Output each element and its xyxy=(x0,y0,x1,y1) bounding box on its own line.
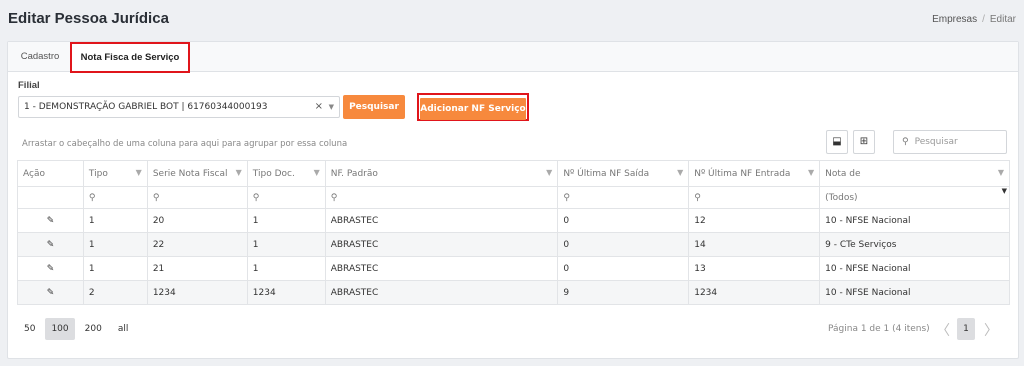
cell-serie: 1234 xyxy=(146,280,248,305)
edit-icon[interactable]: ✎ xyxy=(17,232,84,257)
table-row[interactable]: ✎ 1 20 1 ABRASTEC 0 12 10 - NFSE Naciona… xyxy=(17,208,1010,233)
adicionar-nf-servico-button[interactable]: Adicionar NF Serviço xyxy=(420,98,526,120)
filter-cell-acao xyxy=(17,186,84,209)
page-size-selector: 50 100 200 all xyxy=(18,318,138,340)
search-placeholder: Pesquisar xyxy=(914,137,958,147)
filter-icon[interactable]: ▼ xyxy=(998,168,1004,177)
pesquisar-button[interactable]: Pesquisar xyxy=(343,95,405,119)
cell-tipo-doc: 1234 xyxy=(246,280,326,305)
cell-tipo-doc: 1 xyxy=(246,208,326,233)
search-icon: ⚲ xyxy=(902,137,909,147)
chevron-down-icon: ▼ xyxy=(1001,187,1007,196)
breadcrumb-empresas-link[interactable]: Empresas xyxy=(932,14,977,25)
edit-icon[interactable]: ✎ xyxy=(17,256,84,281)
filter-icon[interactable]: ▼ xyxy=(808,168,814,177)
breadcrumb-separator: / xyxy=(982,14,985,25)
cell-tipo: 2 xyxy=(82,280,148,305)
cell-ultima-saida: 0 xyxy=(557,256,690,281)
filial-selected-value: 1 - DEMONSTRAÇÃO GABRIEL BOT | 617603440… xyxy=(24,102,268,112)
breadcrumb: Empresas / Editar xyxy=(932,14,1016,25)
page-title: Editar Pessoa Jurídica xyxy=(8,10,169,27)
cell-nf-padrao: ABRASTEC xyxy=(324,232,559,257)
breadcrumb-current: Editar xyxy=(989,14,1016,25)
chevron-right-icon[interactable]: 〉 xyxy=(984,320,998,340)
column-header-serie[interactable]: Serie Nota Fiscal ▼ xyxy=(146,160,248,187)
table-row[interactable]: ✎ 1 22 1 ABRASTEC 0 14 9 - CTe Serviços xyxy=(17,232,1010,257)
pager-info: Página 1 de 1 (4 itens) xyxy=(828,324,930,334)
filial-select[interactable]: 1 - DEMONSTRAÇÃO GABRIEL BOT | 617603440… xyxy=(18,96,340,118)
filial-label: Filial xyxy=(18,80,40,91)
filter-cell-nf-padrao[interactable]: ⚲ xyxy=(324,186,559,209)
page-button-1[interactable]: 1 xyxy=(957,318,975,340)
filter-nota-de-select[interactable]: (Todos) ▼ xyxy=(819,186,1010,209)
cell-nota-de: 10 - NFSE Nacional xyxy=(819,256,1010,281)
table-row[interactable]: ✎ 1 21 1 ABRASTEC 0 13 10 - NFSE Naciona… xyxy=(17,256,1010,281)
filter-cell-serie[interactable]: ⚲ xyxy=(146,186,248,209)
cell-serie: 22 xyxy=(146,232,248,257)
column-header-nf-padrao[interactable]: NF. Padrão ▼ xyxy=(324,160,559,187)
page-size-all[interactable]: all xyxy=(112,318,135,340)
column-chooser-icon[interactable]: ⊞ xyxy=(853,130,875,154)
cell-tipo: 1 xyxy=(82,232,148,257)
edit-icon[interactable]: ✎ xyxy=(17,280,84,305)
export-icon[interactable]: ⬓ xyxy=(826,130,848,154)
cell-ultima-entrada: 12 xyxy=(688,208,821,233)
cell-tipo-doc: 1 xyxy=(246,256,326,281)
cell-ultima-entrada: 1234 xyxy=(688,280,821,305)
cell-tipo: 1 xyxy=(82,256,148,281)
cell-nota-de: 10 - NFSE Nacional xyxy=(819,280,1010,305)
page-size-200[interactable]: 200 xyxy=(79,318,108,340)
cell-nota-de: 10 - NFSE Nacional xyxy=(819,208,1010,233)
tab-nota-fiscal-servico[interactable]: Nota Fisca de Serviço xyxy=(70,42,190,73)
filter-row: ⚲ ⚲ ⚲ ⚲ ⚲ ⚲ (Todos) ▼ xyxy=(17,186,1010,209)
table-row[interactable]: ✎ 2 1234 1234 ABRASTEC 9 1234 10 - NFSE … xyxy=(17,280,1010,305)
filter-cell-tipo[interactable]: ⚲ xyxy=(82,186,148,209)
cell-serie: 21 xyxy=(146,256,248,281)
page-size-50[interactable]: 50 xyxy=(18,318,41,340)
column-header-ultima-saida[interactable]: Nº Última NF Saída ▼ xyxy=(557,160,690,187)
edit-card: Cadastro Nota Fisca de Serviço Filial 1 … xyxy=(7,41,1019,359)
column-header-ultima-entrada[interactable]: Nº Última NF Entrada ▼ xyxy=(688,160,821,187)
nf-servico-grid: Ação Tipo ▼ Serie Nota Fiscal ▼ Tipo Doc. ▼… xyxy=(17,160,1010,305)
column-header-tipo[interactable]: Tipo ▼ xyxy=(82,160,148,187)
cell-nf-padrao: ABRASTEC xyxy=(324,208,559,233)
edit-icon[interactable]: ✎ xyxy=(17,208,84,233)
filter-cell-tipo-doc[interactable]: ⚲ xyxy=(246,186,326,209)
filter-icon[interactable]: ▼ xyxy=(136,168,142,177)
cell-ultima-entrada: 13 xyxy=(688,256,821,281)
cell-ultima-saida: 0 xyxy=(557,208,690,233)
adicionar-nf-highlight: Adicionar NF Serviço xyxy=(417,93,529,121)
cell-serie: 20 xyxy=(146,208,248,233)
cell-ultima-saida: 0 xyxy=(557,232,690,257)
group-panel-hint[interactable]: Arrastar o cabeçalho de uma coluna para … xyxy=(22,139,347,149)
filter-icon[interactable]: ▼ xyxy=(236,168,242,177)
cell-tipo: 1 xyxy=(82,208,148,233)
filter-icon[interactable]: ▼ xyxy=(546,168,552,177)
tab-cadastro[interactable]: Cadastro xyxy=(11,42,69,72)
grid-search-input[interactable]: ⚲ Pesquisar xyxy=(893,130,1007,154)
filter-icon[interactable]: ▼ xyxy=(314,168,320,177)
column-header-tipo-doc[interactable]: Tipo Doc. ▼ xyxy=(246,160,326,187)
column-header-acao[interactable]: Ação xyxy=(17,160,84,187)
filter-cell-ultima-saida[interactable]: ⚲ xyxy=(557,186,690,209)
column-header-nota-de[interactable]: Nota de ▼ xyxy=(819,160,1010,187)
chevron-left-icon[interactable]: 〈 xyxy=(936,320,950,340)
cell-nf-padrao: ABRASTEC xyxy=(324,256,559,281)
cell-tipo-doc: 1 xyxy=(246,232,326,257)
cell-ultima-saida: 9 xyxy=(557,280,690,305)
page-size-100[interactable]: 100 xyxy=(45,318,75,340)
cell-ultima-entrada: 14 xyxy=(688,232,821,257)
cell-nf-padrao: ABRASTEC xyxy=(324,280,559,305)
filter-icon[interactable]: ▼ xyxy=(677,168,683,177)
header-row: Ação Tipo ▼ Serie Nota Fiscal ▼ Tipo Doc. ▼… xyxy=(17,160,1010,187)
chevron-down-icon[interactable]: ▼ xyxy=(329,97,334,117)
filter-cell-ultima-entrada[interactable]: ⚲ xyxy=(688,186,821,209)
clear-icon[interactable]: × xyxy=(315,97,323,117)
tab-bar: Cadastro Nota Fisca de Serviço xyxy=(8,42,1018,73)
cell-nota-de: 9 - CTe Serviços xyxy=(819,232,1010,257)
